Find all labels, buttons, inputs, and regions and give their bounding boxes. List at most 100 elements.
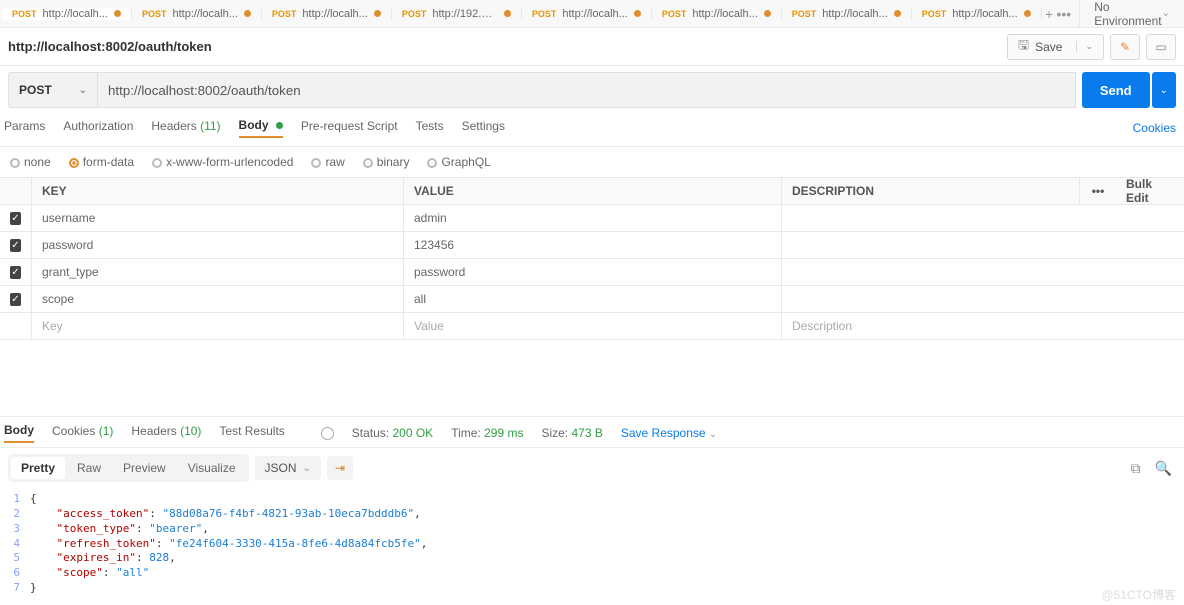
search-icon: 🔍 — [1155, 460, 1172, 476]
table-row[interactable]: ✓ grant_typepassword — [0, 259, 1184, 286]
page-title: http://localhost:8002/oauth/token — [8, 39, 1001, 54]
request-tab[interactable]: POST http://192.16... — [392, 8, 522, 20]
send-button[interactable]: Send — [1082, 72, 1150, 108]
request-tab[interactable]: POSThttp://localh... — [522, 8, 652, 20]
cell-value[interactable]: 123456 — [404, 232, 782, 258]
row-checkbox[interactable]: ✓ — [10, 239, 21, 252]
cell-desc[interactable] — [782, 286, 1184, 312]
tab-method: POST — [402, 9, 427, 19]
tab-method: POST — [792, 9, 817, 19]
new-tab-button[interactable]: + — [1042, 6, 1057, 22]
body-type-graphql[interactable]: GraphQL — [427, 155, 490, 169]
save-dropdown[interactable]: ⌄ — [1076, 41, 1093, 52]
tab-title: http://192.16... — [432, 8, 498, 20]
cell-desc[interactable] — [782, 205, 1184, 231]
search-button[interactable]: 🔍 — [1151, 460, 1176, 477]
body-type-row: none form-data x-www-form-urlencoded raw… — [0, 147, 1184, 177]
tab-method: POST — [142, 9, 167, 19]
cell-key[interactable]: username — [32, 205, 404, 231]
request-tab[interactable]: POSThttp://localh... — [132, 8, 262, 20]
response-tabs: Body Cookies (1) Headers (10) Test Resul… — [0, 416, 1184, 448]
cookies-link[interactable]: Cookies — [1133, 121, 1176, 135]
tab-prerequest[interactable]: Pre-request Script — [301, 119, 398, 137]
bulk-edit-button[interactable]: Bulk Edit — [1116, 178, 1184, 204]
view-segment: Pretty Raw Preview Visualize — [8, 454, 249, 482]
cell-value[interactable]: admin — [404, 205, 782, 231]
tab-tests[interactable]: Tests — [416, 119, 444, 137]
view-raw[interactable]: Raw — [67, 457, 111, 479]
form-data-table: KEY VALUE DESCRIPTION ••• Bulk Edit ✓use… — [0, 177, 1184, 340]
new-desc-input[interactable]: Description — [782, 313, 1184, 339]
body-type-form-data[interactable]: form-data — [69, 155, 134, 169]
send-label: Send — [1100, 83, 1132, 98]
request-tab[interactable]: POSThttp://localh... — [652, 8, 782, 20]
body-type-raw[interactable]: raw — [311, 155, 344, 169]
unsaved-dot-icon — [114, 10, 121, 17]
tab-headers[interactable]: Headers (11) — [151, 119, 220, 137]
view-visualize[interactable]: Visualize — [178, 457, 246, 479]
save-response-dropdown[interactable]: Save Response ⌄ — [621, 426, 717, 440]
comment-icon: ▭ — [1155, 40, 1166, 54]
row-checkbox[interactable]: ✓ — [10, 212, 21, 225]
pencil-icon: ✎ — [1120, 40, 1130, 54]
tab-title: http://localh... — [302, 8, 367, 20]
response-body[interactable]: 1{2 "access_token": "88d08a76-f4bf-4821-… — [0, 488, 1184, 602]
col-desc: DESCRIPTION — [782, 178, 1080, 204]
copy-button[interactable]: ⧉ — [1127, 460, 1145, 477]
send-dropdown[interactable]: ⌄ — [1152, 72, 1176, 108]
table-row-new[interactable]: Key Value Description — [0, 313, 1184, 340]
copy-icon: ⧉ — [1131, 460, 1141, 476]
view-preview[interactable]: Preview — [113, 457, 176, 479]
request-tab[interactable]: POSThttp://localh... — [782, 8, 912, 20]
cell-key[interactable]: grant_type — [32, 259, 404, 285]
table-row[interactable]: ✓ scopeall — [0, 286, 1184, 313]
request-tab[interactable]: POSThttp://localh... — [2, 8, 132, 20]
cell-desc[interactable] — [782, 259, 1184, 285]
row-checkbox[interactable]: ✓ — [10, 266, 21, 279]
unsaved-dot-icon — [1024, 10, 1031, 17]
comment-icon-button[interactable]: ▭ — [1146, 34, 1176, 60]
col-options-button[interactable]: ••• — [1080, 178, 1116, 204]
body-type-none[interactable]: none — [10, 155, 51, 169]
request-tab[interactable]: POSThttp://localh... — [912, 8, 1042, 20]
tab-title: http://localh... — [952, 8, 1017, 20]
new-value-input[interactable]: Value — [404, 313, 782, 339]
tab-authorization[interactable]: Authorization — [63, 119, 133, 137]
tab-method: POST — [532, 9, 557, 19]
url-input[interactable] — [98, 72, 1076, 108]
cell-key[interactable]: scope — [32, 286, 404, 312]
resp-tab-cookies[interactable]: Cookies (1) — [52, 424, 113, 442]
cell-value[interactable]: password — [404, 259, 782, 285]
tab-body[interactable]: Body — [239, 118, 283, 138]
tab-title: http://localh... — [692, 8, 757, 20]
body-type-binary[interactable]: binary — [363, 155, 410, 169]
body-type-x-www[interactable]: x-www-form-urlencoded — [152, 155, 293, 169]
chevron-down-icon: ⌄ — [709, 429, 717, 440]
resp-tab-body[interactable]: Body — [4, 423, 34, 443]
save-button[interactable]: 🖫 Save ⌄ — [1007, 34, 1104, 60]
view-pretty[interactable]: Pretty — [11, 457, 65, 479]
request-tab[interactable]: POSThttp://localh... — [262, 8, 392, 20]
globe-icon[interactable] — [321, 427, 334, 440]
new-key-input[interactable]: Key — [32, 313, 404, 339]
wrap-lines-button[interactable]: ⇥ — [327, 456, 353, 480]
method-select[interactable]: POST ⌄ — [8, 72, 98, 108]
row-checkbox[interactable]: ✓ — [10, 293, 21, 306]
format-select[interactable]: JSON ⌄ — [255, 456, 321, 480]
method-value: POST — [19, 83, 52, 97]
resp-tab-tests[interactable]: Test Results — [219, 424, 284, 442]
cell-value[interactable]: all — [404, 286, 782, 312]
unsaved-dot-icon — [244, 10, 251, 17]
environment-select[interactable]: No Environment ⌄ — [1079, 0, 1184, 27]
cell-desc[interactable] — [782, 232, 1184, 258]
table-row[interactable]: ✓ usernameadmin — [0, 205, 1184, 232]
tab-params[interactable]: Params — [4, 119, 45, 137]
title-row: http://localhost:8002/oauth/token 🖫 Save… — [0, 28, 1184, 66]
tab-overflow-button[interactable]: ••• — [1056, 6, 1071, 22]
resp-tab-headers[interactable]: Headers (10) — [131, 424, 201, 442]
tab-settings[interactable]: Settings — [462, 119, 505, 137]
table-row[interactable]: ✓ password123456 — [0, 232, 1184, 259]
cell-key[interactable]: password — [32, 232, 404, 258]
unsaved-dot-icon — [504, 10, 511, 17]
edit-icon-button[interactable]: ✎ — [1110, 34, 1140, 60]
